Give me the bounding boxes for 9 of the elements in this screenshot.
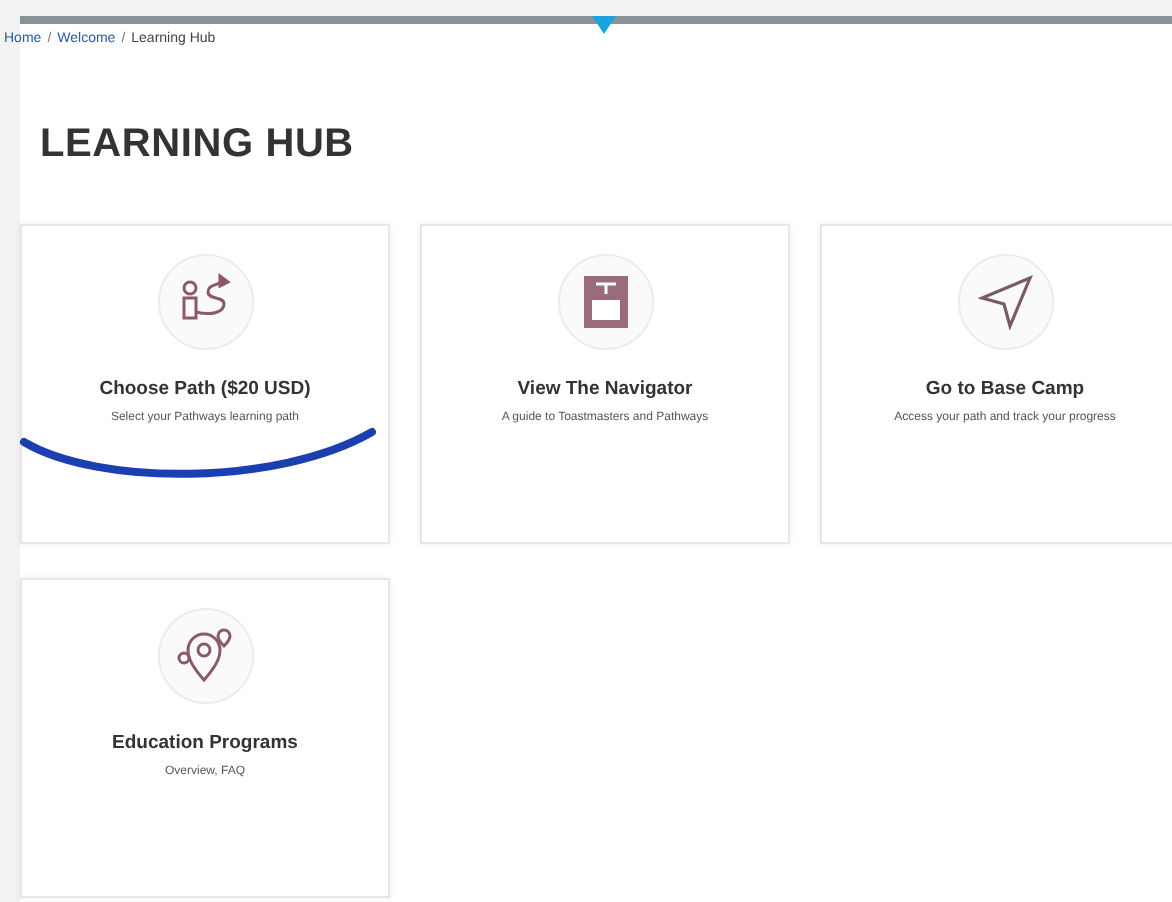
navigation-arrow-icon	[977, 274, 1033, 330]
page-title: LEARNING HUB	[40, 122, 356, 168]
caret-icon	[592, 16, 616, 36]
card-title: Go to Base Camp	[925, 378, 1085, 400]
card-title: Education Programs	[112, 732, 298, 754]
book-icon	[579, 272, 631, 332]
card-title: Choose Path ($20 USD)	[99, 378, 311, 400]
location-pin-icon	[175, 626, 235, 686]
card-title: View The Navigator	[517, 378, 693, 400]
